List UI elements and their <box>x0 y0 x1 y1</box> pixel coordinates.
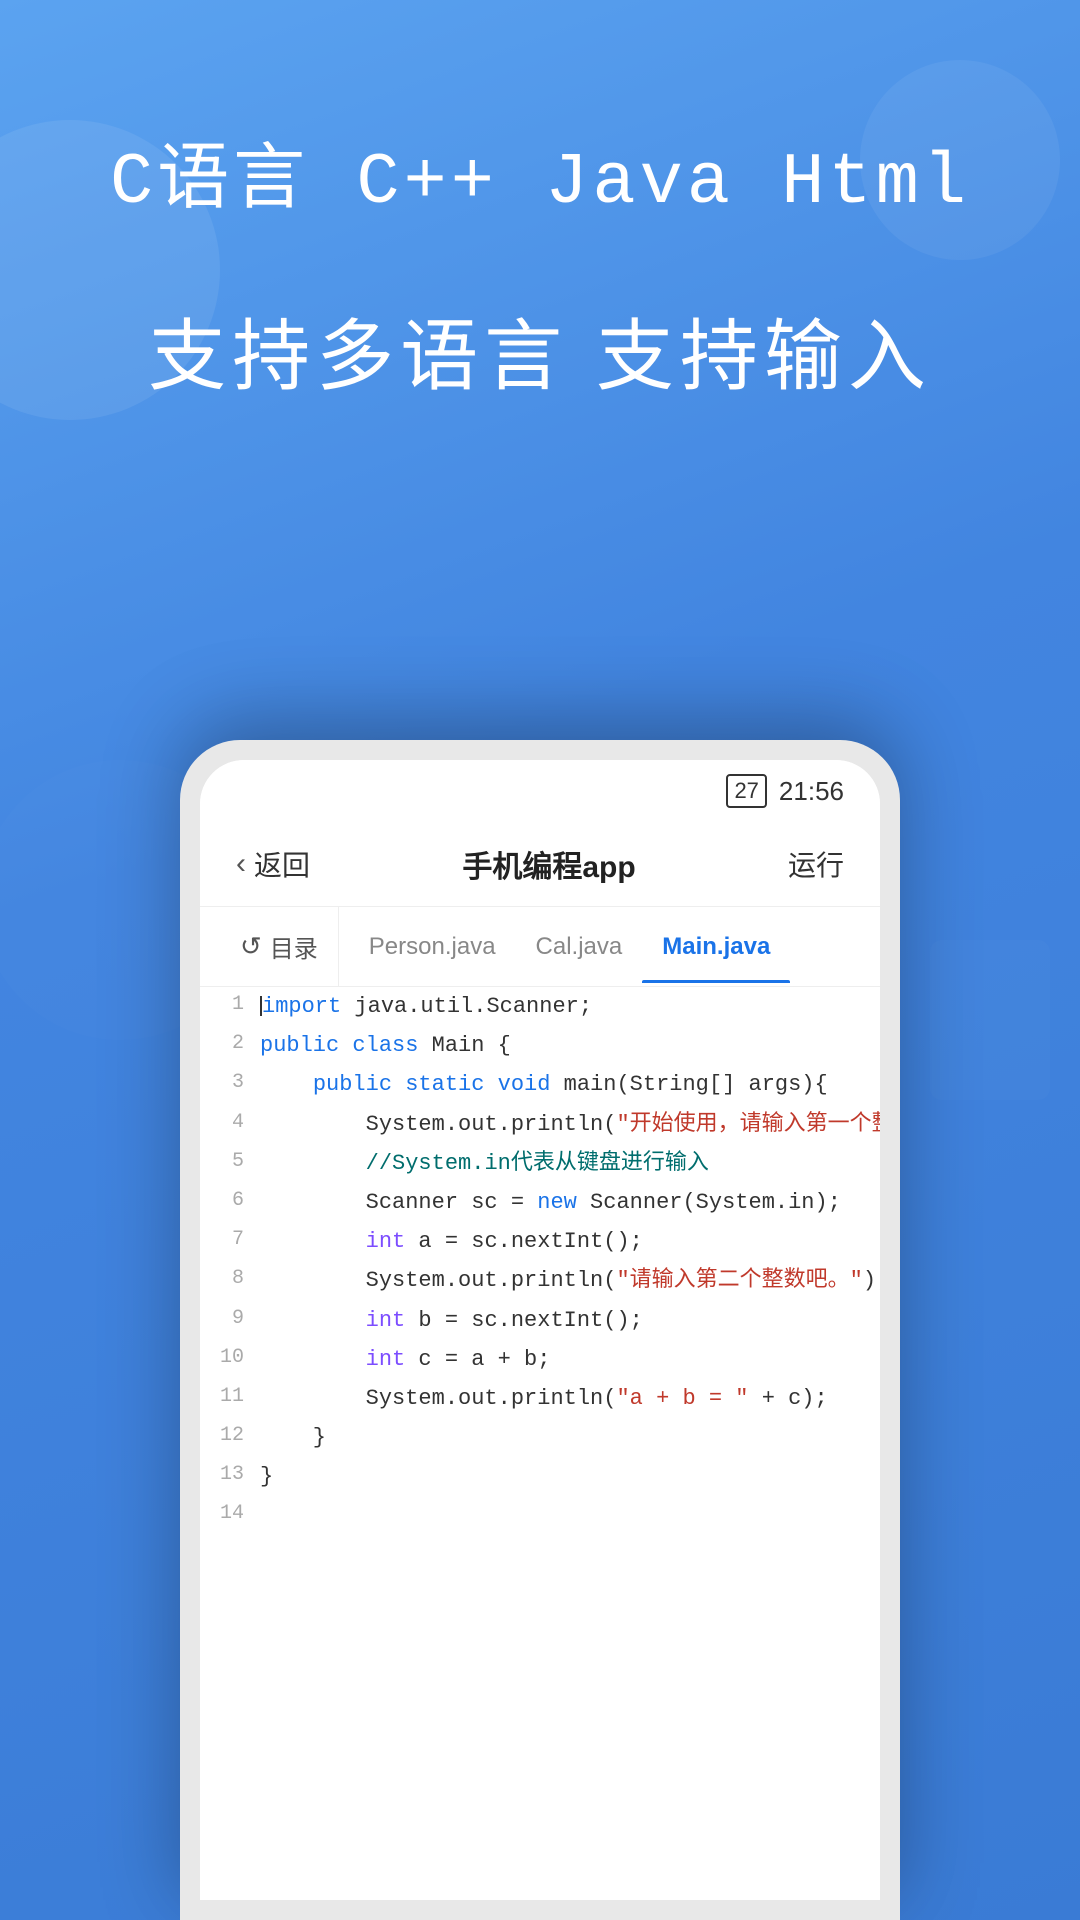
back-label: 返回 <box>254 844 310 884</box>
line-num-3: 3 <box>200 1065 260 1099</box>
code-line-6: 6 Scanner sc = new Scanner(System.in); <box>200 1183 880 1222</box>
hero-title: C语言 C++ Java Html <box>0 140 1080 226</box>
line-content-6: Scanner sc = new Scanner(System.in); <box>260 1183 880 1222</box>
folder-tab[interactable]: ↺ 目录 <box>220 907 339 986</box>
line-num-1: 1 <box>200 987 260 1021</box>
line-content-8: System.out.println("请输入第二个整数吧。"); <box>260 1261 880 1300</box>
code-line-14: 14 <box>200 1496 880 1535</box>
hero-section: C语言 C++ Java Html 支持多语言 支持输入 <box>0 0 1080 408</box>
battery-indicator: 27 <box>726 774 766 808</box>
line-content-3: public static void main(String[] args){ <box>260 1065 880 1104</box>
tab-person-java-label: Person.java <box>369 933 496 960</box>
hero-subtitle: 支持多语言 支持输入 <box>0 306 1080 407</box>
tab-cal-java[interactable]: Cal.java <box>516 911 643 983</box>
line-num-9: 9 <box>200 1301 260 1335</box>
code-line-7: 7 int a = sc.nextInt(); <box>200 1222 880 1261</box>
line-content-12: } <box>260 1418 880 1457</box>
code-line-3: 3 public static void main(String[] args)… <box>200 1065 880 1104</box>
phone-outer: 27 21:56 ‹ 返回 手机编程app 运行 ↺ 目录 <box>180 740 900 1920</box>
line-num-6: 6 <box>200 1183 260 1217</box>
line-num-4: 4 <box>200 1105 260 1139</box>
line-content-14 <box>260 1496 880 1535</box>
line-num-8: 8 <box>200 1261 260 1295</box>
code-line-9: 9 int b = sc.nextInt(); <box>200 1301 880 1340</box>
line-content-10: int c = a + b; <box>260 1340 880 1379</box>
line-content-9: int b = sc.nextInt(); <box>260 1301 880 1340</box>
code-line-2: 2 public class Main { <box>200 1026 880 1065</box>
line-content-11: System.out.println("a + b = " + c); <box>260 1379 880 1418</box>
run-button[interactable]: 运行 <box>788 844 844 884</box>
folder-icon: ↺ <box>240 931 262 962</box>
deco-device <box>930 940 1050 1100</box>
line-content-2: public class Main { <box>260 1026 880 1065</box>
code-line-5: 5 //System.in代表从键盘进行输入 <box>200 1144 880 1183</box>
line-num-10: 10 <box>200 1340 260 1374</box>
line-num-13: 13 <box>200 1457 260 1491</box>
line-num-12: 12 <box>200 1418 260 1452</box>
status-bar: 27 21:56 <box>200 760 880 822</box>
code-editor[interactable]: 1 import java.util.Scanner; 2 public cla… <box>200 987 880 1900</box>
status-time: 21:56 <box>779 776 844 807</box>
line-num-5: 5 <box>200 1144 260 1178</box>
line-content-7: int a = sc.nextInt(); <box>260 1222 880 1261</box>
tab-cal-java-label: Cal.java <box>536 933 623 960</box>
code-line-10: 10 int c = a + b; <box>200 1340 880 1379</box>
line-content-4: System.out.println("开始使用，请输入第一个整数吧。"); <box>260 1105 880 1144</box>
phone-mockup: 27 21:56 ‹ 返回 手机编程app 运行 ↺ 目录 <box>180 740 900 1920</box>
code-line-11: 11 System.out.println("a + b = " + c); <box>200 1379 880 1418</box>
code-line-8: 8 System.out.println("请输入第二个整数吧。"); <box>200 1261 880 1300</box>
code-line-13: 13 } <box>200 1457 880 1496</box>
back-chevron-icon: ‹ <box>236 847 246 881</box>
code-line-4: 4 System.out.println("开始使用，请输入第一个整数吧。"); <box>200 1105 880 1144</box>
back-button[interactable]: ‹ 返回 <box>236 844 310 884</box>
line-content-13: } <box>260 1457 880 1496</box>
app-title: 手机编程app <box>462 842 635 886</box>
phone-inner: 27 21:56 ‹ 返回 手机编程app 运行 ↺ 目录 <box>200 760 880 1900</box>
line-num-14: 14 <box>200 1496 260 1530</box>
line-content-1: import java.util.Scanner; <box>260 987 880 1026</box>
tab-person-java[interactable]: Person.java <box>349 911 516 983</box>
tab-main-java[interactable]: Main.java <box>642 911 790 983</box>
app-header: ‹ 返回 手机编程app 运行 <box>200 822 880 907</box>
code-line-1: 1 import java.util.Scanner; <box>200 987 880 1026</box>
code-line-12: 12 } <box>200 1418 880 1457</box>
tab-main-java-label: Main.java <box>662 933 770 960</box>
folder-label: 目录 <box>270 929 318 964</box>
line-content-5: //System.in代表从键盘进行输入 <box>260 1144 880 1183</box>
line-num-11: 11 <box>200 1379 260 1413</box>
tab-bar: ↺ 目录 Person.java Cal.java Main.java <box>200 907 880 987</box>
line-num-2: 2 <box>200 1026 260 1060</box>
line-num-7: 7 <box>200 1222 260 1256</box>
